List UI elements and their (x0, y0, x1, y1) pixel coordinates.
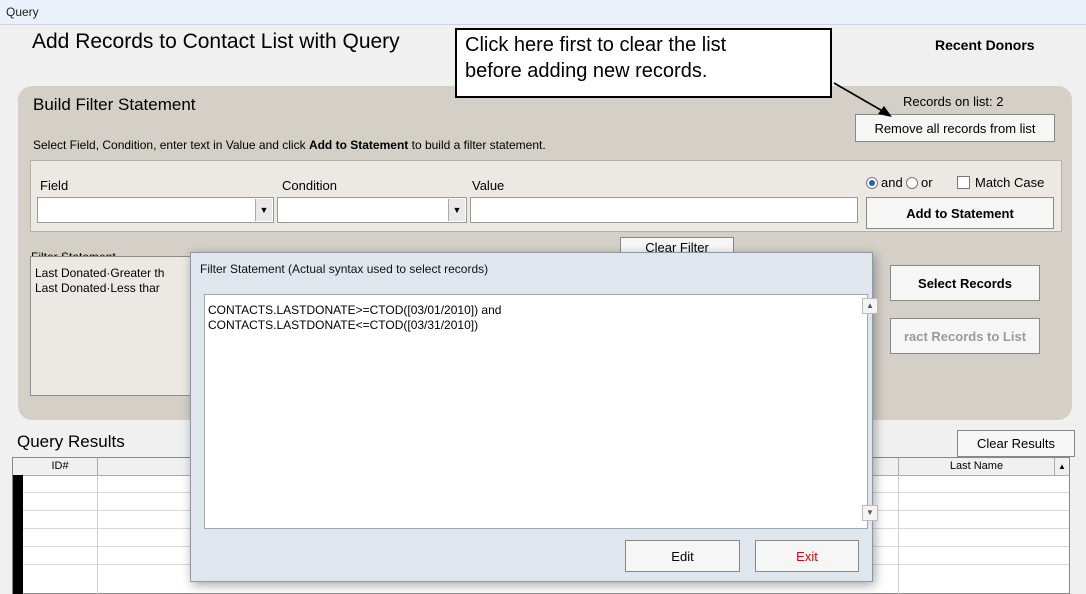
callout-line-1: Click here first to clear the list (465, 34, 727, 56)
column-header-id[interactable]: ID# (23, 458, 98, 475)
callout-arrow (833, 82, 892, 117)
field-dropdown[interactable]: ▼ (37, 197, 274, 223)
page-title: Add Records to Contact List with Query (32, 30, 400, 53)
callout-line-2: before adding new records. (465, 60, 708, 82)
grid-col-divider (898, 475, 899, 594)
or-label: or (921, 175, 933, 190)
dialog-syntax-text[interactable]: CONTACTS.LASTDONATE>=CTOD([03/01/2010]) … (204, 294, 868, 529)
scroll-down-icon[interactable]: ▼ (862, 505, 878, 521)
column-header-last-name[interactable]: Last Name (899, 458, 1055, 475)
contact-list-name: Recent Donors (935, 37, 1035, 53)
condition-dropdown[interactable]: ▼ (277, 197, 467, 223)
match-case-checkbox[interactable] (957, 176, 970, 189)
filter-statement-line: Last Donated·Greater th (35, 266, 165, 280)
match-case-label: Match Case (975, 175, 1045, 190)
add-to-statement-button[interactable]: Add to Statement (866, 197, 1054, 229)
instruction-text-pre: Select Field, Condition, enter text in V… (33, 138, 309, 152)
field-label: Field (40, 178, 69, 193)
query-results-title: Query Results (17, 432, 125, 451)
records-on-list-count: Records on list: 2 (903, 94, 1004, 109)
clear-results-button[interactable]: Clear Results (957, 430, 1075, 457)
value-input[interactable] (470, 197, 858, 223)
and-radio[interactable] (866, 177, 878, 189)
scroll-up-icon[interactable]: ▲ (1055, 459, 1069, 474)
row-selector-bar (13, 475, 23, 594)
instruction-text-bold: Add to Statement (308, 138, 409, 152)
or-radio[interactable] (906, 177, 918, 189)
build-filter-title: Build Filter Statement (33, 95, 196, 114)
scroll-up-icon[interactable]: ▲ (862, 298, 878, 314)
edit-button[interactable]: Edit (625, 540, 740, 572)
syntax-line: CONTACTS.LASTDONATE>=CTOD([03/01/2010]) … (208, 303, 502, 317)
filter-statement-line: Last Donated·Less thar (35, 281, 160, 295)
filter-statement-box[interactable]: Last Donated·Greater th Last Donated·Les… (30, 256, 194, 396)
condition-label: Condition (282, 178, 337, 193)
help-callout: Click here first to clear the list befor… (455, 28, 832, 98)
exit-button[interactable]: Exit (755, 540, 859, 572)
chevron-down-icon[interactable]: ▼ (448, 199, 465, 221)
chevron-down-icon[interactable]: ▼ (255, 199, 272, 221)
window-title: Query (6, 5, 39, 19)
value-label: Value (472, 178, 505, 193)
select-records-button[interactable]: Select Records (890, 265, 1040, 301)
dialog-title: Filter Statement (Actual syntax used to … (200, 262, 489, 276)
syntax-line: CONTACTS.LASTDONATE<=CTOD([03/31/2010]) (208, 318, 479, 332)
and-label: and (881, 175, 903, 190)
extract-records-button[interactable]: ract Records to List (890, 318, 1040, 354)
build-filter-instructions: Select Field, Condition, enter text in V… (33, 138, 546, 152)
dialog-scrollbar[interactable]: ▲ ▼ (862, 295, 878, 528)
window-titlebar: Query (0, 0, 1086, 25)
instruction-text-post: to build a filter statement. (408, 138, 546, 152)
grid-col-divider (97, 475, 98, 594)
